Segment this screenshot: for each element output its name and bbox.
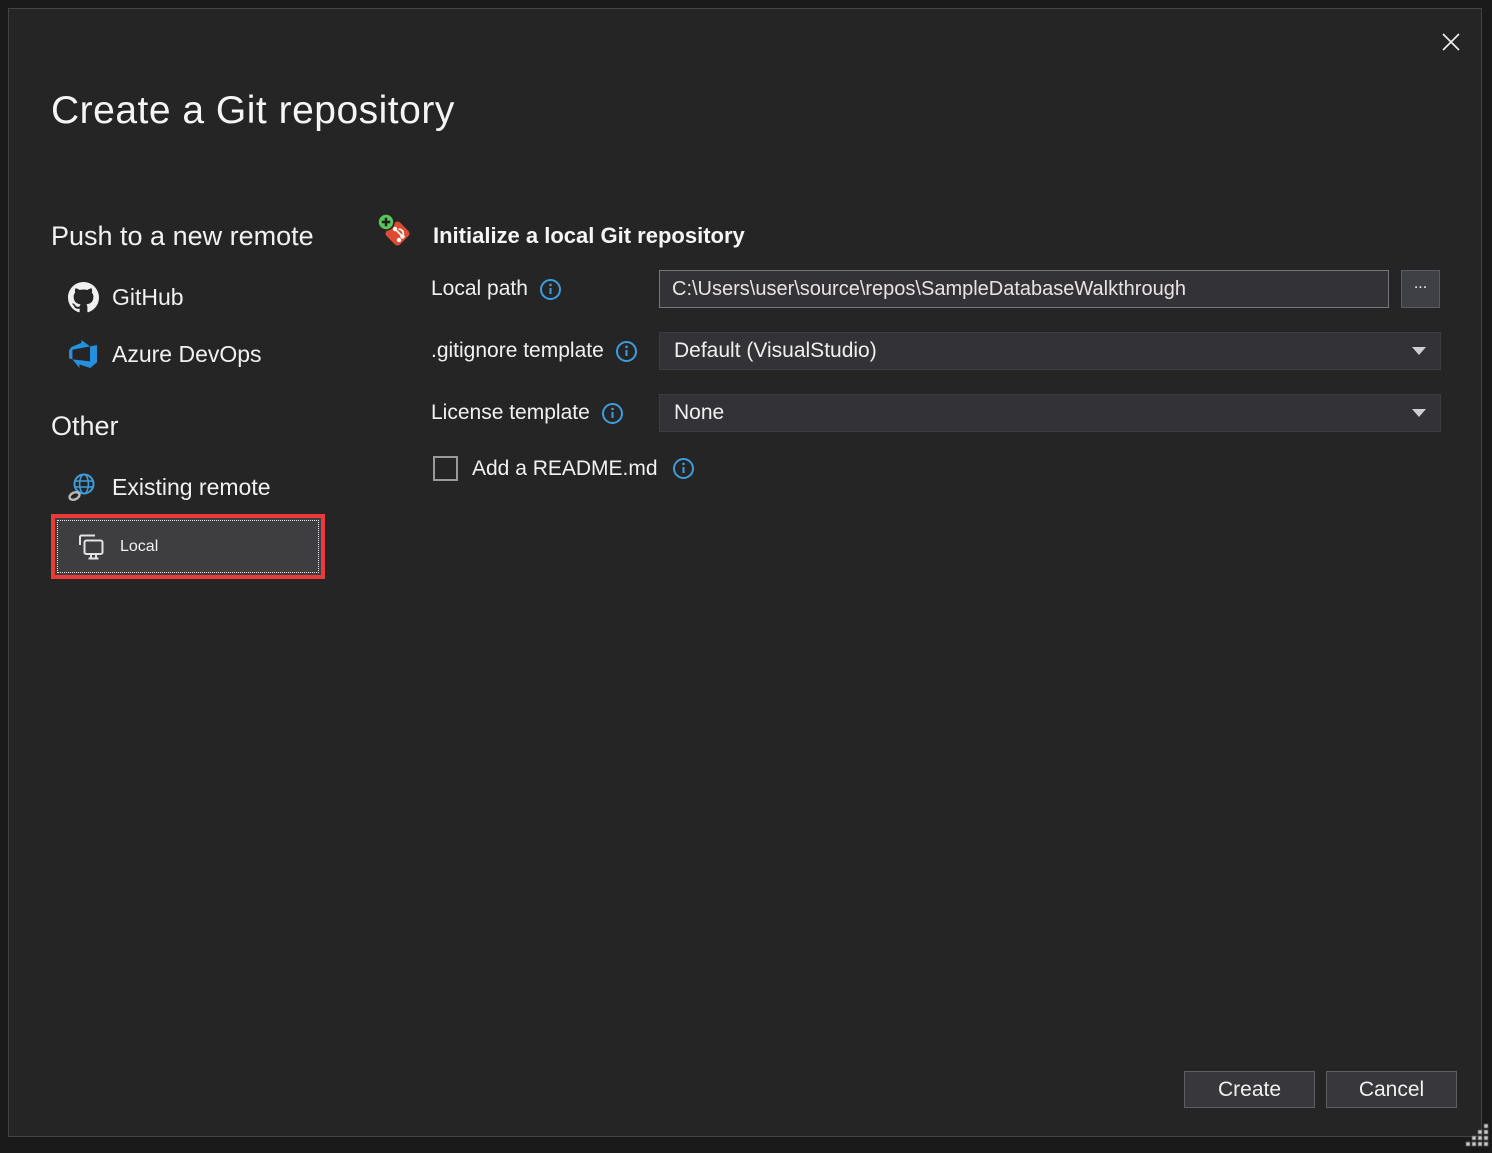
- local-path-input[interactable]: [659, 270, 1389, 308]
- create-button[interactable]: Create: [1184, 1071, 1315, 1108]
- push-section-heading: Push to a new remote: [51, 221, 314, 252]
- sidebar-item-github[interactable]: GitHub: [67, 281, 184, 313]
- readme-info-icon[interactable]: [672, 457, 695, 480]
- gitignore-label: .gitignore template: [431, 339, 604, 363]
- form-header: Initialize a local Git repository: [433, 212, 745, 249]
- sidebar-item-local[interactable]: Local: [57, 520, 319, 573]
- sidebar-item-label: Local: [120, 538, 158, 556]
- gitignore-info-icon[interactable]: [615, 340, 638, 363]
- sidebar-item-existing-remote[interactable]: Existing remote: [67, 471, 271, 503]
- chevron-down-icon: [1412, 347, 1426, 355]
- sidebar-item-label: Existing remote: [112, 474, 271, 501]
- other-section-heading: Other: [51, 411, 119, 442]
- license-label: License template: [431, 401, 590, 425]
- local-selection-highlight: Local: [51, 514, 325, 579]
- git-repository-add-icon: [376, 212, 416, 257]
- close-button[interactable]: [1433, 25, 1469, 59]
- close-icon: [1439, 30, 1463, 54]
- readme-label: Add a README.md: [472, 457, 658, 481]
- local-path-info-icon[interactable]: [539, 278, 562, 301]
- local-machine-icon: [75, 531, 107, 563]
- license-info-icon[interactable]: [601, 402, 624, 425]
- github-icon: [67, 281, 99, 313]
- resize-grip-icon: [1464, 1122, 1490, 1148]
- gitignore-template-dropdown[interactable]: Default (VisualStudio): [659, 332, 1441, 370]
- gitignore-template-value: Default (VisualStudio): [674, 339, 877, 363]
- sidebar-item-label: Azure DevOps: [112, 341, 262, 368]
- license-template-value: None: [674, 401, 724, 425]
- azure-devops-icon: [67, 338, 99, 370]
- readme-checkbox[interactable]: [433, 456, 458, 481]
- create-git-repository-dialog: Create a Git repository Push to a new re…: [8, 8, 1482, 1137]
- sidebar-item-azure-devops[interactable]: Azure DevOps: [67, 338, 262, 370]
- cancel-button[interactable]: Cancel: [1326, 1071, 1457, 1108]
- local-path-label: Local path: [431, 277, 528, 301]
- dialog-title: Create a Git repository: [51, 89, 455, 133]
- license-template-dropdown[interactable]: None: [659, 394, 1441, 432]
- chevron-down-icon: [1412, 409, 1426, 417]
- resize-grip[interactable]: [1464, 1122, 1490, 1148]
- sidebar-item-label: GitHub: [112, 284, 184, 311]
- browse-button[interactable]: ...: [1401, 270, 1440, 308]
- existing-remote-globe-icon: [67, 471, 99, 503]
- screen: { "window": { "title": "Create a Git rep…: [0, 0, 1492, 1153]
